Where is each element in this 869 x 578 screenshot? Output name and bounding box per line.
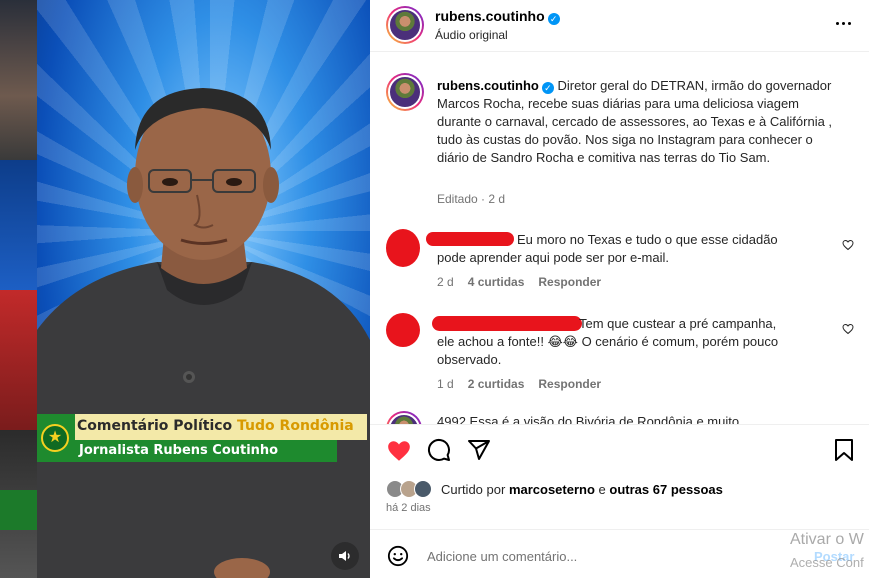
backdrop-section [0, 0, 37, 160]
post-header: rubens.coutinho ✓ Áudio original [370, 0, 869, 52]
comment-input[interactable]: Adicione um comentário... [427, 549, 577, 564]
avatar[interactable] [386, 6, 424, 44]
header-user: rubens.coutinho ✓ [435, 8, 560, 26]
lower-third-banner: ★ Comentário Político Tudo Rondônia Jorn… [37, 410, 370, 462]
comment-item: Eu moro no Texas e tudo o que esse cidad… [386, 229, 856, 299]
backdrop-section [0, 160, 37, 290]
liked-avatars [386, 480, 436, 498]
lower-third-title-highlight: Tudo Rondônia [237, 418, 354, 434]
background-blur [0, 0, 37, 578]
comment-age: 2 d [437, 275, 454, 289]
heart-outline-icon[interactable] [842, 239, 854, 251]
liked-by-row: Curtido por marcoseterno e outras 67 pes… [370, 476, 869, 502]
backdrop-section [0, 290, 37, 430]
action-bar [370, 426, 869, 476]
avatar[interactable] [386, 73, 424, 111]
redacted-avatar [386, 313, 420, 347]
caption-text: rubens.coutinho ✓ Diretor geral do DETRAN… [437, 77, 837, 167]
heart-outline-icon[interactable] [842, 323, 854, 335]
redacted-avatar [386, 229, 420, 267]
post-timestamp[interactable]: há 2 dias [386, 502, 431, 514]
caption-username[interactable]: rubens.coutinho [437, 78, 539, 93]
mute-button[interactable] [331, 542, 359, 570]
lower-third-title: Comentário Político Tudo Rondônia [77, 418, 354, 434]
avatar-image [388, 413, 420, 424]
share-icon[interactable] [467, 438, 491, 462]
os-activation-watermark: Ativar o W [790, 531, 864, 548]
verified-badge-icon: ✓ [547, 13, 560, 25]
comment-age: 1 d [437, 377, 454, 391]
caption-meta: Editado · 2 d [437, 192, 506, 206]
reply-button[interactable]: Responder [538, 377, 601, 391]
avatar [414, 480, 432, 498]
lower-third-subtitle: Jornalista Rubens Coutinho [79, 443, 279, 458]
liked-joiner: e [598, 482, 606, 497]
speaker-person [37, 88, 370, 578]
backdrop-section [0, 490, 37, 530]
post-details-panel: rubens.coutinho ✓ Áudio original rubens.c… [370, 0, 869, 578]
emoji-icon[interactable] [387, 545, 409, 567]
comment-icon[interactable] [427, 438, 451, 462]
lower-third-title-main: Comentário Político [77, 418, 233, 434]
comment-item: 4992 Essa é a visão do Bivória de Rondôn… [386, 411, 856, 425]
comment-item: Tem que custear a pré campanha, ele acho… [386, 313, 856, 403]
liked-others-link[interactable]: outras 67 pessoas [609, 482, 722, 497]
avatar[interactable] [386, 411, 422, 424]
os-activation-watermark-sub: Acesse Conf [790, 555, 864, 570]
verified-badge-icon: ✓ [541, 82, 554, 94]
reel-video[interactable]: ★ Comentário Político Tudo Rondônia Jorn… [37, 0, 370, 578]
comment-text: Eu moro no Texas e tudo o que esse cidad… [437, 232, 778, 265]
comment-likes[interactable]: 2 curtidas [468, 377, 525, 391]
liked-by-text: Curtido por marcoseterno e outras 67 pes… [441, 482, 723, 497]
liked-prefix: Curtido por [441, 482, 506, 497]
reply-button[interactable]: Responder [538, 275, 601, 289]
avatar-image [388, 8, 422, 42]
caption-block: rubens.coutinho ✓ Diretor geral do DETRAN… [386, 73, 856, 213]
channel-logo: ★ [41, 424, 69, 452]
comment-likes[interactable]: 4 curtidas [468, 275, 525, 289]
comments-scroll-area[interactable]: rubens.coutinho ✓ Diretor geral do DETRAN… [370, 53, 869, 425]
username-link[interactable]: rubens.coutinho [435, 8, 545, 24]
avatar-image [388, 75, 422, 109]
comment-meta: 2 d 4 curtidas Responder [437, 275, 601, 289]
comment-text: 4992 Essa é a visão do Bivória de Rondôn… [437, 414, 740, 425]
bookmark-icon[interactable] [833, 438, 855, 462]
speaker-icon [339, 551, 350, 561]
liked-user-link[interactable]: marcoseterno [509, 482, 595, 497]
comment-meta: 1 d 2 curtidas Responder [437, 377, 601, 391]
audio-label[interactable]: Áudio original [435, 28, 508, 42]
more-options-icon[interactable] [836, 22, 851, 25]
heart-filled-icon[interactable] [386, 438, 412, 464]
comment-text: Tem que custear a pré campanha, ele acho… [437, 316, 779, 367]
